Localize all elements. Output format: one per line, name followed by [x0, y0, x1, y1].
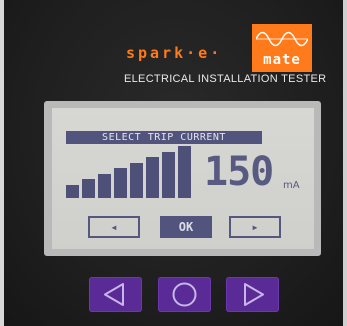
- sine-wave-icon: [256, 31, 308, 47]
- level-bar: [130, 163, 143, 198]
- level-bar: [66, 185, 79, 198]
- softkey-left[interactable]: ◂: [88, 216, 140, 238]
- left-button[interactable]: [89, 277, 142, 312]
- softkey-ok[interactable]: OK: [160, 216, 212, 238]
- brand-wordmark: spark·e·: [126, 44, 223, 62]
- device-edge-left: [0, 0, 4, 326]
- level-bar: [82, 179, 95, 198]
- trip-current-level-bars: [66, 146, 196, 198]
- right-button[interactable]: [226, 277, 279, 312]
- level-bar: [114, 168, 127, 198]
- trip-current-unit: mA: [283, 180, 300, 191]
- screen-title: SELECT TRIP CURRENT: [66, 131, 262, 144]
- right-triangle-icon: [244, 283, 264, 306]
- level-bar: [146, 157, 159, 198]
- level-bar: [98, 174, 111, 198]
- level-bar: [178, 146, 191, 198]
- circle-icon: [172, 282, 197, 307]
- left-triangle-icon: [104, 283, 124, 306]
- device-edge-right: [343, 0, 347, 326]
- softkey-right[interactable]: ▸: [229, 216, 281, 238]
- trip-current-value: 150: [204, 149, 274, 195]
- brand-subtitle: ELECTRICAL INSTALLATION TESTER: [124, 73, 327, 85]
- center-button[interactable]: [158, 277, 211, 312]
- brand-logo: mate: [252, 24, 312, 72]
- tester-device: spark·e· mate ELECTRICAL INSTALLATION TE…: [0, 0, 347, 326]
- brand-logo-text: mate: [263, 52, 301, 68]
- level-bar: [162, 152, 175, 198]
